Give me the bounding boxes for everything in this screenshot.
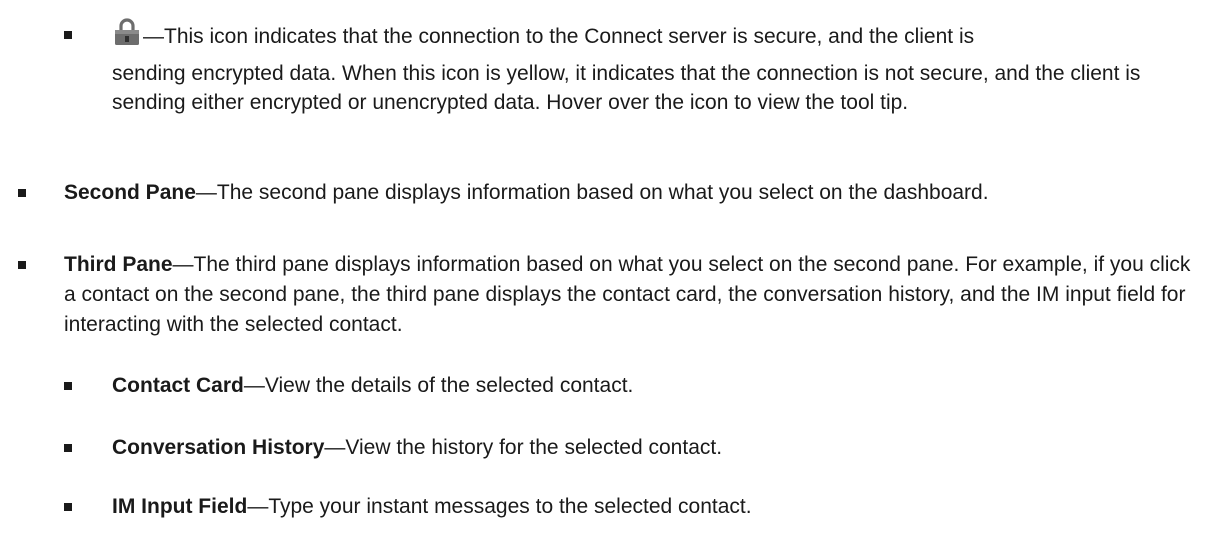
lock-item-text-rest: sending encrypted data. When this icon i… — [112, 62, 1141, 114]
desc-contact-card: —View the details of the selected contac… — [243, 374, 634, 397]
list-item-contact-card: Contact Card—View the details of the sel… — [112, 371, 1197, 401]
lock-item-first-line: —This icon indicates that the connection… — [112, 18, 1197, 55]
term-im-input-field: IM Input Field — [112, 495, 248, 518]
desc-conversation-history: —View the history for the selected conta… — [324, 436, 723, 459]
bullet-marker — [18, 261, 26, 269]
list-item-conversation-history: Conversation History—View the history fo… — [112, 433, 1197, 463]
bullet-marker — [64, 382, 72, 390]
bullet-marker — [18, 189, 26, 197]
desc-second-pane: —The second pane displays information ba… — [195, 181, 989, 204]
term-conversation-history: Conversation History — [112, 436, 325, 459]
list-item-second-pane: Second Pane—The second pane displays inf… — [64, 178, 1064, 208]
list-item-third-pane: Third Pane—The third pane displays infor… — [64, 250, 1199, 340]
term-contact-card: Contact Card — [112, 374, 244, 397]
lock-item-text-first: —This icon indicates that the connection… — [143, 25, 975, 48]
list-item-lock-icon: —This icon indicates that the connection… — [112, 18, 1197, 117]
desc-im-input-field: —Type your instant messages to the selec… — [247, 495, 752, 518]
bullet-marker — [64, 31, 72, 39]
lock-icon — [112, 18, 142, 55]
desc-third-pane: —The third pane displays information bas… — [64, 253, 1191, 336]
bullet-marker — [64, 503, 72, 511]
bullet-marker — [64, 444, 72, 452]
term-second-pane: Second Pane — [64, 181, 196, 204]
list-item-im-input-field: IM Input Field—Type your instant message… — [112, 492, 1197, 522]
term-third-pane: Third Pane — [64, 253, 173, 276]
